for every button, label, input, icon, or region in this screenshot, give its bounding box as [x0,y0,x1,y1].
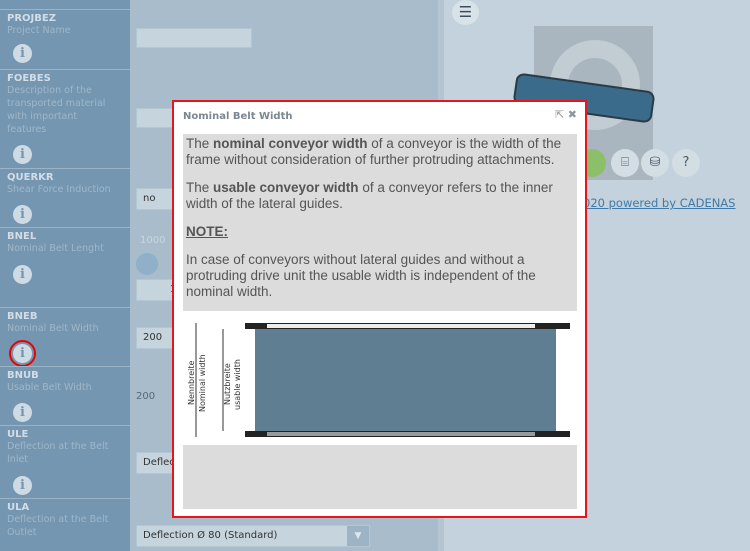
dialog-content: The nominal conveyor width of a conveyor… [183,134,577,311]
note-heading: NOTE: [186,224,228,239]
param-bnub: BNUB Usable Belt Width i [0,366,130,426]
help-button[interactable]: ? [672,149,700,177]
info-icon[interactable]: i [13,265,32,284]
projbez-input[interactable] [136,28,252,48]
chevron-down-icon[interactable]: ▼ [347,526,369,546]
param-code: FOEBES [7,73,51,84]
param-code: QUERKR [7,172,54,183]
label-nominal-width: Nominal width [198,354,207,412]
param-bneb: BNEB Nominal Belt Width i [0,307,130,367]
param-ule: ULE Deflection at the Belt Inlet i [0,425,130,499]
dialog-footer [183,445,577,509]
cadenas-link[interactable]: 020 powered by CADENAS [583,196,735,210]
ula-select-value: Deflection Ø 80 (Standard) [143,530,278,541]
solid-icon[interactable]: ⛁ [641,149,669,177]
label-usable-width: usable width [233,359,242,410]
note-text: In case of conveyors without lateral gui… [186,252,536,299]
param-desc: Deflection at the Belt Inlet [7,441,109,465]
info-icon[interactable]: i [13,205,32,224]
param-desc: Deflection at the Belt Outlet [7,514,109,538]
term-nominal: nominal conveyor width [213,136,368,151]
param-code: BNEB [7,311,38,322]
bnel-max-label: 1000 [140,235,166,246]
param-foebes: FOEBES Description of the transported mat… [0,69,130,169]
bnub-value: 200 [136,391,156,402]
param-desc: Project Name [7,25,71,36]
info-icon[interactable]: i [13,44,32,63]
list-menu-icon[interactable]: ☰ [452,0,479,25]
text: The [186,180,214,195]
param-code: ULA [7,502,30,513]
param-code: BNEL [7,231,37,242]
close-icon[interactable]: ✖ [568,108,577,121]
belt-width-diagram: Nennbreite Nominal width Nutzbreite usab… [183,315,577,445]
parameter-sidebar: PROJBEZ Project Name i FOEBES Description o… [0,0,130,551]
info-dialog: Nominal Belt Width ⇱ ✖ The nominal conve… [172,100,587,518]
param-desc: Usable Belt Width [7,382,92,393]
ula-select[interactable]: Deflection Ø 80 (Standard) ▼ [136,525,370,547]
param-desc: Description of the transported material … [7,85,106,135]
param-code: ULE [7,429,29,440]
param-bnel: BNEL Nominal Belt Lenght i [0,227,130,307]
param-projbez: PROJBEZ Project Name i [0,9,130,69]
dialog-title: Nominal Belt Width [183,111,293,122]
param-desc: Nominal Belt Width [7,323,99,334]
info-icon-highlighted[interactable]: i [9,340,36,367]
info-icon[interactable]: i [13,476,32,495]
text: The [186,136,214,151]
info-icon[interactable]: i [13,145,32,164]
param-ula: ULA Deflection at the Belt Outlet [0,498,130,551]
term-usable: usable conveyor width [213,180,359,195]
param-querkr: QUERKR Shear Force Induction i [0,168,130,228]
param-desc: Shear Force Induction [7,184,111,195]
wireframe-icon[interactable]: ⌸ [611,149,639,177]
bnel-slider-handle[interactable] [136,253,158,275]
param-code: PROJBEZ [7,13,56,24]
label-nennbreite: Nennbreite [187,360,196,405]
param-code: BNUB [7,370,39,381]
info-icon[interactable]: i [13,403,32,422]
popout-icon[interactable]: ⇱ [555,108,564,121]
param-desc: Nominal Belt Lenght [7,243,104,254]
label-nutzbreite: Nutzbreite [223,363,232,405]
